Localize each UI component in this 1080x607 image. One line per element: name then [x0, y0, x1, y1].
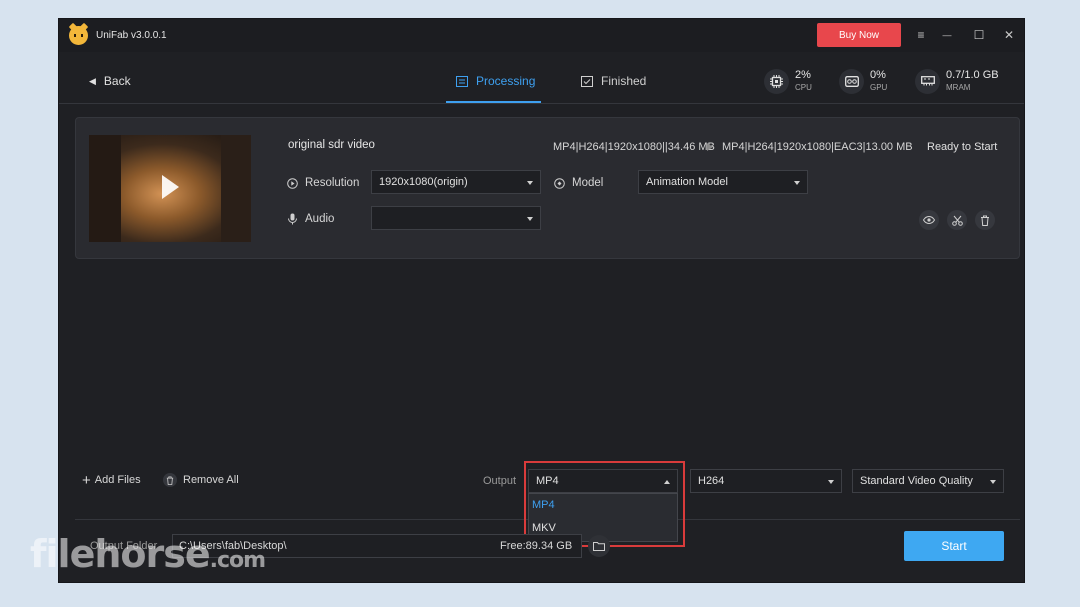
checklist-icon — [581, 75, 593, 87]
app-logo-icon — [69, 26, 88, 45]
gpu-value: 0% — [870, 69, 886, 81]
cpu-stat: 2% CPU — [764, 68, 812, 94]
plus-icon: + — [82, 471, 91, 489]
audio-select[interactable] — [371, 206, 541, 230]
caret-down-icon — [990, 480, 996, 484]
play-circle-icon — [287, 177, 298, 189]
play-icon[interactable] — [162, 175, 179, 199]
model-label-row: Model — [554, 177, 603, 189]
output-label: Output — [483, 475, 517, 487]
resolution-value: 1920x1080(origin) — [379, 176, 468, 188]
cpu-label: CPU — [795, 83, 812, 92]
watermark-text: filehorse — [30, 532, 211, 576]
mram-label: MRAM — [946, 83, 971, 92]
maximize-icon[interactable]: ☐ — [971, 27, 987, 43]
microphone-icon — [288, 213, 297, 225]
minimize-icon[interactable]: — — [939, 27, 955, 43]
trash-icon — [981, 215, 989, 226]
start-button[interactable]: Start — [904, 531, 1004, 561]
tab-processing[interactable]: Processing — [456, 74, 535, 88]
source-format: MP4|H264|1920x1080||34.46 MB — [553, 141, 715, 153]
task-card — [75, 117, 1020, 259]
caret-down-icon — [527, 217, 533, 221]
list-icon — [456, 75, 468, 87]
quality-select[interactable]: Standard Video Quality — [852, 469, 1004, 493]
audio-label-row: Audio — [287, 213, 334, 225]
cpu-value: 2% — [795, 69, 811, 81]
back-label: Back — [103, 74, 131, 88]
tab-processing-label: Processing — [476, 74, 536, 88]
watermark: filehorse.com — [30, 532, 266, 576]
model-value: Animation Model — [646, 176, 728, 188]
caret-down-icon — [794, 181, 800, 185]
cpu-icon — [764, 68, 789, 94]
free-space: Free:89.34 GB — [500, 540, 573, 552]
mram-stat: 0.7/1.0 GB MRAM — [915, 68, 999, 94]
back-button[interactable]: ◀ Back — [89, 74, 131, 88]
quality-value: Standard Video Quality — [860, 475, 973, 487]
codec-select[interactable]: H264 — [690, 469, 842, 493]
browse-folder-button[interactable] — [588, 535, 610, 557]
watermark-suffix: .com — [209, 548, 266, 573]
video-title: original sdr video — [288, 139, 375, 151]
memory-icon — [915, 68, 940, 94]
gpu-label: GPU — [870, 83, 888, 92]
add-files-button[interactable]: + Add Files — [82, 471, 141, 489]
arrow-right-icon — [707, 143, 713, 151]
task-status: Ready to Start — [927, 141, 998, 153]
remove-all-label: Remove All — [183, 474, 239, 486]
scissors-icon — [951, 215, 963, 226]
model-label: Model — [572, 177, 604, 189]
menu-icon[interactable]: ≡ — [913, 27, 929, 43]
tab-finished[interactable]: Finished — [581, 74, 646, 88]
gpu-stat: 0% GPU — [839, 68, 887, 94]
codec-value: H264 — [698, 475, 725, 487]
buy-now-button[interactable]: Buy Now — [817, 23, 901, 47]
tab-finished-label: Finished — [601, 74, 647, 88]
model-select[interactable]: Animation Model — [638, 170, 808, 194]
eye-icon — [923, 216, 935, 224]
gpu-icon — [839, 68, 864, 94]
preview-button[interactable] — [919, 210, 939, 230]
title-bar: UniFab v3.0.0.1 Buy Now ≡ — ☐ ✕ — [59, 19, 1024, 52]
add-files-label: Add Files — [94, 474, 141, 486]
close-icon[interactable]: ✕ — [1001, 27, 1017, 43]
caret-down-icon — [527, 181, 533, 185]
trash-icon — [163, 473, 177, 487]
resolution-label: Resolution — [305, 177, 360, 189]
app-title: UniFab v3.0.0.1 — [96, 30, 167, 41]
header-divider — [59, 103, 1024, 104]
resolution-select[interactable]: 1920x1080(origin) — [371, 170, 541, 194]
remove-all-button[interactable]: Remove All — [163, 473, 239, 487]
video-thumbnail[interactable] — [89, 135, 251, 242]
mram-value: 0.7/1.0 GB — [946, 69, 999, 81]
folder-icon — [593, 542, 605, 551]
resolution-label-row: Resolution — [287, 177, 359, 189]
model-icon — [554, 177, 565, 189]
target-format: MP4|H264|1920x1080|EAC3|13.00 MB — [722, 141, 913, 153]
delete-button[interactable] — [975, 210, 995, 230]
chevron-left-icon: ◀ — [89, 75, 96, 86]
caret-down-icon — [828, 480, 834, 484]
audio-label: Audio — [305, 213, 335, 225]
cut-button[interactable] — [947, 210, 967, 230]
